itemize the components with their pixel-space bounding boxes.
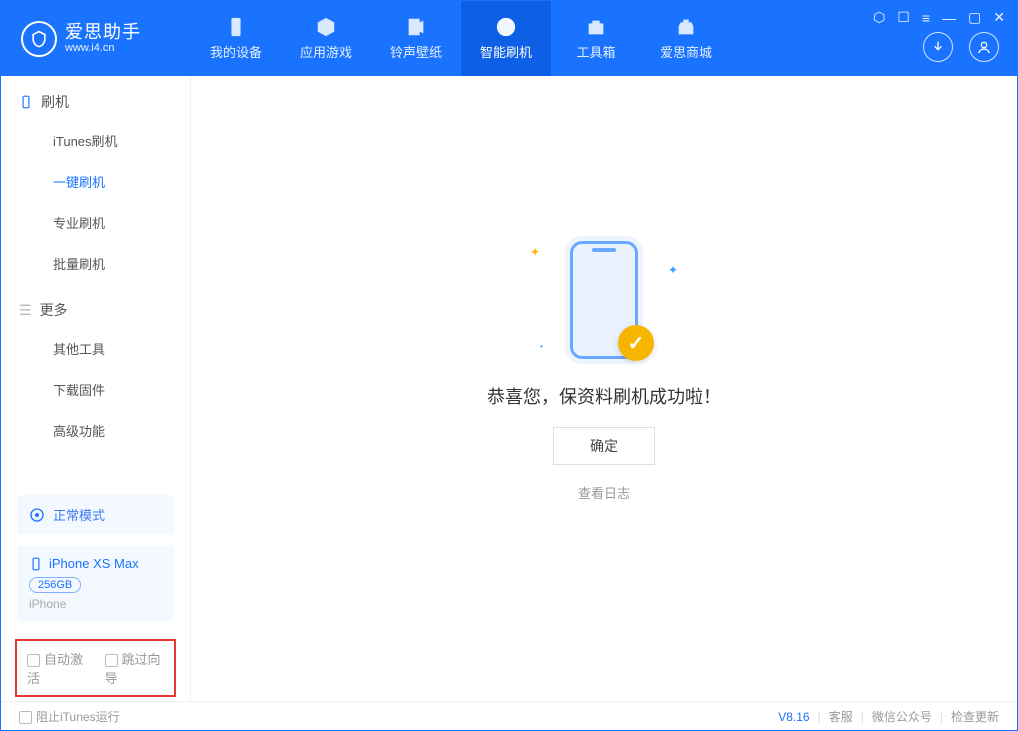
list-icon: ☰	[19, 302, 32, 319]
sidebar-item-batch[interactable]: 批量刷机	[1, 243, 190, 284]
nav-flash-label: 智能刷机	[480, 42, 532, 61]
checkbox-icon	[19, 711, 32, 724]
checkbox-icon	[105, 654, 118, 667]
sidebar-item-itunes[interactable]: iTunes刷机	[1, 120, 190, 161]
nav-flash[interactable]: 智能刷机	[461, 1, 551, 76]
download-button[interactable]	[923, 32, 953, 62]
block-itunes-checkbox[interactable]: 阻止iTunes运行	[19, 708, 120, 725]
version-label: V8.16	[778, 710, 809, 724]
device-type: iPhone	[29, 597, 66, 611]
account-button[interactable]	[969, 32, 999, 62]
nav-device[interactable]: 我的设备	[191, 1, 281, 76]
header: 爱思助手 www.i4.cn 我的设备 应用游戏 铃声壁纸 智能刷机 工具箱 爱…	[1, 1, 1017, 76]
check-badge-icon: ✓	[618, 325, 654, 361]
support-link[interactable]: 客服	[829, 708, 853, 725]
nav-ringtones[interactable]: 铃声壁纸	[371, 1, 461, 76]
wechat-link[interactable]: 微信公众号	[872, 708, 932, 725]
nav-apps[interactable]: 应用游戏	[281, 1, 371, 76]
device-storage-badge: 256GB	[29, 577, 81, 593]
minimize-icon[interactable]: —	[942, 10, 956, 26]
header-right	[923, 32, 999, 62]
phone-small-icon	[19, 95, 33, 109]
nav-device-label: 我的设备	[210, 42, 262, 61]
sidebar-item-firmware[interactable]: 下载固件	[1, 369, 190, 410]
view-log-link[interactable]: 查看日志	[578, 483, 630, 502]
feedback-icon[interactable]: ☐	[897, 9, 910, 26]
auto-activate-checkbox[interactable]: 自动激活	[27, 649, 87, 687]
close-icon[interactable]: ✕	[993, 9, 1005, 26]
device-card[interactable]: iPhone XS Max 256GB iPhone	[17, 546, 174, 621]
sidebar-section-flash-label: 刷机	[41, 92, 69, 112]
nav-tabs: 我的设备 应用游戏 铃声壁纸 智能刷机 工具箱 爱思商城	[191, 1, 731, 76]
nav-store-label: 爱思商城	[660, 42, 712, 61]
mode-indicator[interactable]: 正常模式	[17, 495, 174, 534]
checkbox-icon	[27, 654, 40, 667]
titlebar-controls: ⬡ ☐ ≡ — ▢ ✕	[873, 9, 1005, 26]
maximize-icon[interactable]: ▢	[968, 9, 981, 26]
success-illustration: ✦ ✦ • ✓	[524, 235, 684, 365]
device-icon	[29, 557, 43, 571]
success-message: 恭喜您，保资料刷机成功啦！	[487, 383, 721, 409]
block-itunes-label: 阻止iTunes运行	[36, 710, 120, 724]
sidebar-section-more-label: 更多	[40, 300, 68, 320]
nav-toolbox-label: 工具箱	[576, 42, 615, 61]
options-highlight: 自动激活 跳过向导	[15, 639, 176, 697]
mode-icon	[29, 507, 45, 523]
nav-ringtones-label: 铃声壁纸	[390, 42, 442, 61]
device-name: iPhone XS Max	[49, 556, 139, 571]
sidebar-section-more: ☰ 更多	[1, 284, 190, 328]
app-logo: 爱思助手 www.i4.cn	[1, 21, 191, 57]
main-content: ✦ ✦ • ✓ 恭喜您，保资料刷机成功啦！ 确定 查看日志	[191, 76, 1017, 701]
mode-label: 正常模式	[53, 505, 105, 524]
app-subtitle: www.i4.cn	[65, 42, 141, 54]
menu-icon[interactable]: ≡	[922, 10, 930, 26]
footer: 阻止iTunes运行 V8.16 | 客服 | 微信公众号 | 检查更新	[1, 701, 1017, 731]
sidebar-item-pro[interactable]: 专业刷机	[1, 202, 190, 243]
sidebar: 刷机 iTunes刷机 一键刷机 专业刷机 批量刷机 ☰ 更多 其他工具 下载固…	[1, 76, 191, 701]
skip-guide-checkbox[interactable]: 跳过向导	[105, 649, 165, 687]
logo-icon	[21, 21, 57, 57]
tshirt-icon[interactable]: ⬡	[873, 9, 885, 26]
nav-apps-label: 应用游戏	[300, 42, 352, 61]
app-title: 爱思助手	[65, 23, 141, 43]
sidebar-item-oneclick[interactable]: 一键刷机	[1, 161, 190, 202]
sidebar-item-advanced[interactable]: 高级功能	[1, 410, 190, 451]
check-update-link[interactable]: 检查更新	[951, 708, 999, 725]
nav-toolbox[interactable]: 工具箱	[551, 1, 641, 76]
nav-store[interactable]: 爱思商城	[641, 1, 731, 76]
body: 刷机 iTunes刷机 一键刷机 专业刷机 批量刷机 ☰ 更多 其他工具 下载固…	[1, 76, 1017, 701]
ok-button[interactable]: 确定	[553, 427, 655, 465]
sidebar-item-other[interactable]: 其他工具	[1, 328, 190, 369]
sidebar-section-flash: 刷机	[1, 76, 190, 120]
